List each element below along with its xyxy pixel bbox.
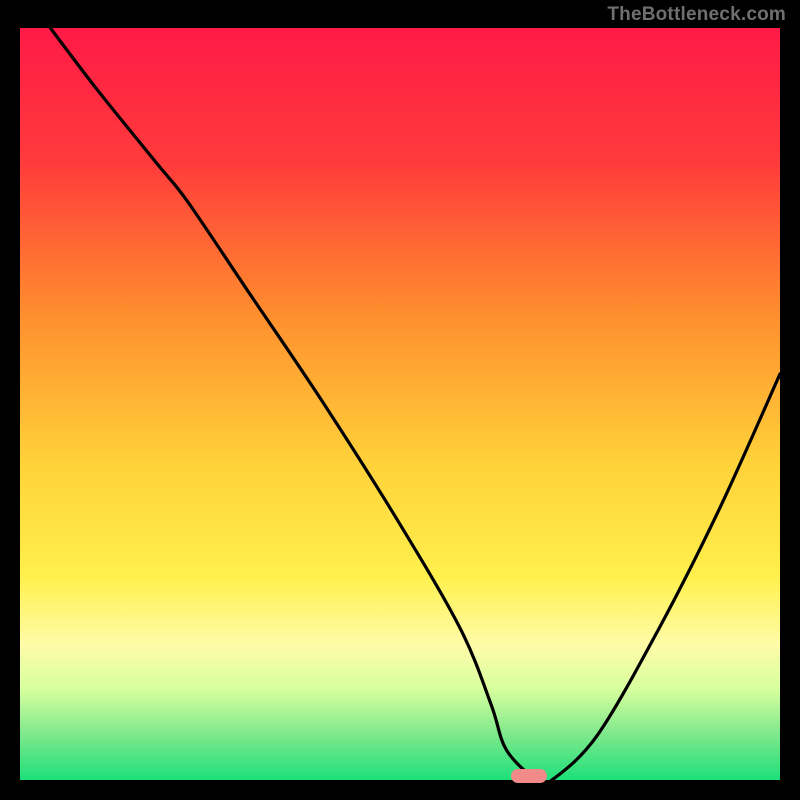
plot-area <box>20 28 780 780</box>
curve-path <box>50 28 780 780</box>
watermark-text: TheBottleneck.com <box>607 4 786 26</box>
optimal-marker <box>511 769 547 783</box>
chart-frame: TheBottleneck.com <box>0 0 800 800</box>
bottleneck-curve <box>20 28 780 780</box>
